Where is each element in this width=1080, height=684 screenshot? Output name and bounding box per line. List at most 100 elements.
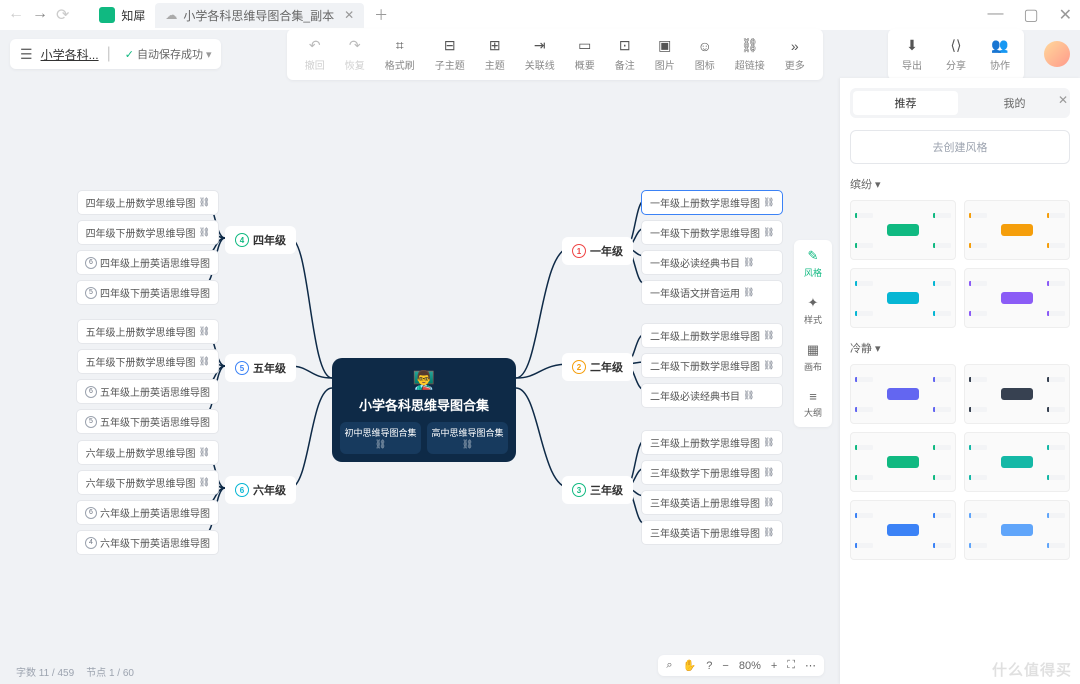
toolbar-备注[interactable]: ⊡备注 [605, 33, 645, 76]
toolbar-格式刷[interactable]: ⌗格式刷 [375, 33, 425, 76]
rail-画布[interactable]: ▦画布 [798, 340, 828, 375]
grade-node-5[interactable]: 5五年级 [225, 354, 296, 382]
leaf-node[interactable]: 一年级必读经典书目⛓ [641, 250, 783, 275]
window-close-icon[interactable]: ✕ [1059, 5, 1072, 25]
nav-refresh-icon[interactable]: ⟳ [56, 5, 69, 25]
tab-document[interactable]: ☁小学各科思维导图合集_副本✕ [155, 3, 364, 28]
create-style-button[interactable]: 去创建风格 [850, 130, 1070, 164]
center-node[interactable]: 👨‍🏫 小学各科思维导图合集 初中思维导图合集 ⛓ 高中思维导图合集 ⛓ [332, 358, 516, 462]
section-colorful[interactable]: 缤纷 ▾ [850, 176, 1070, 192]
rail-大纲[interactable]: ≡大纲 [798, 387, 828, 421]
leaf-node[interactable]: 6五年级上册英语思维导图 [76, 379, 219, 404]
leaf-node[interactable]: 六年级上册数学思维导图⛓ [77, 440, 219, 465]
leaf-node[interactable]: 一年级语文拼音运用⛓ [641, 280, 783, 305]
chevron-down-icon: ▾ [206, 48, 212, 61]
style-thumb[interactable] [850, 200, 956, 260]
panel-tab-recommend[interactable]: 推荐 [853, 91, 958, 115]
style-thumb[interactable] [964, 500, 1070, 560]
tab-home[interactable]: 知犀 [89, 3, 155, 28]
link-icon: ⛓ [199, 356, 210, 367]
link-icon: ⛓ [763, 197, 774, 208]
toolbar-子主题[interactable]: ⊟子主题 [425, 33, 475, 76]
toolbar-概要[interactable]: ▭概要 [565, 33, 605, 76]
nav-forward-icon[interactable]: → [32, 5, 48, 25]
toolbar-关联线[interactable]: ⇥关联线 [515, 33, 565, 76]
leaf-node[interactable]: 三年级英语上册思维导图⛓ [641, 490, 783, 515]
leaf-node[interactable]: 6四年级上册英语思维导图 [76, 250, 219, 275]
center-icon: 👨‍🏫 [340, 370, 508, 391]
tab-home-label: 知犀 [121, 7, 145, 24]
style-thumb[interactable] [964, 364, 1070, 424]
style-thumb[interactable] [964, 432, 1070, 492]
toolbar-图片[interactable]: ▣图片 [645, 33, 685, 76]
nav-back-icon[interactable]: ← [8, 5, 24, 25]
toolbar-恢复[interactable]: ↷ 恢复 [335, 33, 375, 76]
toolbar-超链接[interactable]: ⛓超链接 [725, 33, 775, 76]
window-minimize-icon[interactable]: — [987, 5, 1003, 25]
备注-icon: ⊡ [616, 37, 634, 55]
action-导出[interactable]: ⬇导出 [892, 33, 932, 76]
leaf-node[interactable]: 六年级下册数学思维导图⛓ [77, 470, 219, 495]
main-toolbar: ↶撤回 ↷ 恢复 ⌗格式刷⊟子主题⊞主题⇥关联线▭概要⊡备注▣图片☺图标⛓超链接»更多 [287, 29, 823, 80]
panel-close-icon[interactable]: ✕ [1058, 93, 1068, 107]
sub-node-2[interactable]: 高中思维导图合集 ⛓ [427, 422, 508, 454]
grade-node-4[interactable]: 4四年级 [225, 226, 296, 254]
sub-node-1[interactable]: 初中思维导图合集 ⛓ [340, 422, 421, 454]
leaf-node[interactable]: 5四年级下册英语思维导图 [76, 280, 219, 305]
恢复-icon: ↷ [346, 37, 364, 55]
leaf-node[interactable]: 一年级上册数学思维导图⛓ [641, 190, 783, 215]
style-thumb[interactable] [964, 200, 1070, 260]
tab-add[interactable]: ＋ [364, 1, 398, 29]
style-thumb[interactable] [850, 500, 956, 560]
document-name[interactable]: 小学各科... [41, 46, 99, 63]
toolbar-主题[interactable]: ⊞主题 [475, 33, 515, 76]
leaf-node[interactable]: 二年级必读经典书目⛓ [641, 383, 783, 408]
grade-node-3[interactable]: 3三年级 [562, 476, 633, 504]
action-label: 导出 [902, 57, 922, 72]
style-thumb[interactable] [850, 268, 956, 328]
toolbar-图标[interactable]: ☺图标 [685, 33, 725, 76]
leaf-node[interactable]: 二年级上册数学思维导图⛓ [641, 323, 783, 348]
leaf-node[interactable]: 5五年级下册英语思维导图 [76, 409, 219, 434]
grade-node-1[interactable]: 1一年级 [562, 237, 633, 265]
section-calm[interactable]: 冷静 ▾ [850, 340, 1070, 356]
tab-close-icon[interactable]: ✕ [344, 8, 354, 22]
leaf-node[interactable]: 四年级下册数学思维导图⛓ [77, 220, 219, 245]
rail-风格[interactable]: ✎风格 [798, 246, 828, 281]
leaf-node[interactable]: 二年级下册数学思维导图⛓ [641, 353, 783, 378]
grade-node-6[interactable]: 6六年级 [225, 476, 296, 504]
link-icon: ⛓ [199, 326, 210, 337]
user-avatar[interactable] [1044, 41, 1070, 67]
style-thumb[interactable] [964, 268, 1070, 328]
link-icon: ⛓ [763, 497, 774, 508]
menu-icon[interactable]: ☰ [20, 46, 33, 63]
toolbar-label: 恢复 [345, 57, 365, 72]
toolbar-更多[interactable]: »更多 [775, 33, 815, 76]
autosave-status[interactable]: ✓自动保存成功▾ [125, 46, 212, 62]
count-badge: 6 [85, 386, 97, 398]
leaf-node[interactable]: 四年级上册数学思维导图⛓ [77, 190, 219, 215]
leaf-node[interactable]: 一年级下册数学思维导图⛓ [641, 220, 783, 245]
leaf-node[interactable]: 三年级上册数学思维导图⛓ [641, 430, 783, 455]
titlebar: ← → ⟳ 知犀 ☁小学各科思维导图合集_副本✕ ＋ — ▢ ✕ [0, 0, 1080, 30]
leaf-node[interactable]: 五年级下册数学思维导图⛓ [77, 349, 219, 374]
style-thumb[interactable] [850, 432, 956, 492]
rail-label: 风格 [804, 266, 822, 279]
leaf-node[interactable]: 五年级上册数学思维导图⛓ [77, 319, 219, 344]
action-协作[interactable]: 👥协作 [980, 33, 1020, 76]
action-分享[interactable]: ⟨⟩分享 [936, 33, 976, 76]
link-icon: ⛓ [199, 477, 210, 488]
window-maximize-icon[interactable]: ▢ [1023, 5, 1038, 25]
style-thumb[interactable] [850, 364, 956, 424]
mindmap-canvas[interactable]: 👨‍🏫 小学各科思维导图合集 初中思维导图合集 ⛓ 高中思维导图合集 ⛓ 1一年… [0, 78, 840, 654]
leaf-node[interactable]: 6六年级上册英语思维导图 [76, 500, 219, 525]
leaf-node[interactable]: 4六年级下册英语思维导图 [76, 530, 219, 555]
rail-样式[interactable]: ✦样式 [798, 293, 828, 328]
grade-node-2[interactable]: 2二年级 [562, 353, 633, 381]
panel-tab-mine[interactable]: 我的 [962, 91, 1067, 115]
leaf-node[interactable]: 三年级英语下册思维导图⛓ [641, 520, 783, 545]
center-title: 小学各科思维导图合集 [340, 395, 508, 414]
leaf-node[interactable]: 三年级数学下册思维导图⛓ [641, 460, 783, 485]
document-controls: ☰ 小学各科... | ✓自动保存成功▾ [10, 39, 221, 69]
toolbar-撤回[interactable]: ↶撤回 [295, 33, 335, 76]
